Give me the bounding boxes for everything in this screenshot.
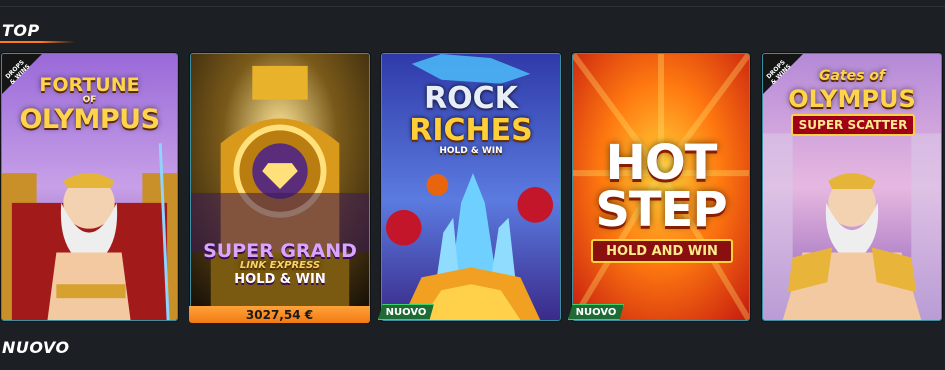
game-subtitle-banner: SUPER SCATTER [791,114,915,136]
section-title-underline [0,41,75,43]
top-divider [0,6,945,7]
game-logo-line: STEP [595,182,727,238]
game-logo-line: LINK EXPRESS [239,260,321,271]
new-game-badge: NUOVO [378,304,434,320]
jackpot-amount-bar: 3027,54 € [189,306,370,323]
game-logo-line: HOLD & WIN [439,146,503,156]
game-logo-line: SUPER GRAND [203,240,357,262]
game-card-rock-and-riches[interactable]: ROCK RICHES HOLD & WIN [381,53,561,321]
game-card-hot-step[interactable]: HOT STEP HOLD AND WIN [572,53,750,321]
game-logo-line: HOLD & WIN [234,272,326,287]
game-subtitle-banner: HOLD AND WIN [591,239,733,263]
game-card-super-grand-link-express[interactable]: SUPER GRAND LINK EXPRESS HOLD & WIN [190,53,370,321]
game-logo-line: FORTUNE [39,74,140,96]
section-title-nuovo: NUOVO [2,338,70,357]
game-card-gates-of-olympus-super-scatter[interactable]: DROPS & WINS Gates of OLYMPUS SUPER SCAT… [762,53,942,321]
game-logo-line: OLYMPUS [19,104,160,135]
game-card-fortune-of-olympus[interactable]: DROPS & WINS FORTUNE OF OLYMPUS [1,53,178,321]
new-game-badge: NUOVO [568,304,624,320]
game-logo-line: ROCK [424,81,518,116]
game-logo-line: RICHES [409,113,533,148]
section-title-top: TOP [2,21,40,40]
game-logo-line: Gates of [818,68,886,84]
game-logo-line: OLYMPUS [788,85,916,113]
game-logo-line: HOT [605,135,718,191]
